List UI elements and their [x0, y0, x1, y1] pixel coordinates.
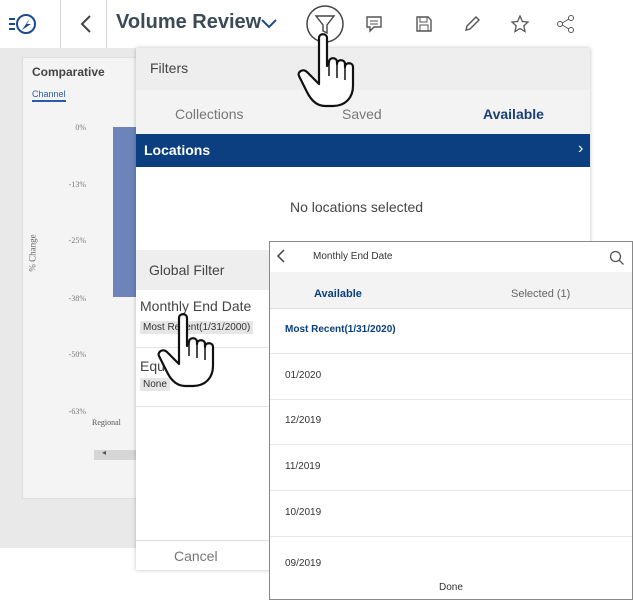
- back-icon[interactable]: [276, 248, 286, 269]
- list-item-label: 01/2020: [285, 370, 322, 381]
- tab-available[interactable]: Available: [314, 288, 362, 300]
- list-item-label: 09/2019: [285, 558, 322, 569]
- tab-collections[interactable]: Collections: [175, 106, 243, 122]
- scroll-left-icon[interactable]: ◂: [102, 448, 106, 457]
- list-item[interactable]: 01/2020: [270, 355, 632, 400]
- share-icon[interactable]: [554, 10, 578, 38]
- global-filter-label: Global Filter: [149, 262, 225, 278]
- list-item[interactable]: 09/2019: [270, 537, 632, 569]
- list-item-label: 11/2019: [285, 461, 321, 472]
- list-item-label: 10/2019: [285, 507, 322, 518]
- tab-available[interactable]: Available: [483, 106, 544, 122]
- favorite-icon[interactable]: [508, 10, 532, 38]
- x-category-label: Regional: [92, 418, 121, 427]
- chevron-right-icon[interactable]: ›: [578, 140, 583, 158]
- list-item[interactable]: 12/2019: [270, 400, 632, 445]
- y-axis-label: % Change: [27, 234, 38, 272]
- list-item[interactable]: Most Recent(1/31/2020): [270, 309, 632, 354]
- toolbar-divider: [106, 0, 107, 48]
- report-title[interactable]: Volume Review: [116, 11, 261, 34]
- save-icon[interactable]: [412, 10, 436, 38]
- tab-selected[interactable]: Selected (1): [511, 288, 570, 300]
- date-picker-title: Monthly End Date: [313, 251, 393, 262]
- chart-scrollbar[interactable]: ◂: [94, 448, 140, 460]
- back-icon[interactable]: [74, 10, 98, 38]
- edit-icon[interactable]: [460, 10, 484, 38]
- chart-card-title: Comparative: [32, 65, 105, 79]
- toolbar-divider: [60, 0, 61, 48]
- list-item[interactable]: 11/2019: [270, 446, 632, 491]
- chart-bar[interactable]: [113, 127, 137, 297]
- y-tick-label: -38%: [68, 294, 86, 303]
- hand-pointer-icon: [157, 313, 215, 388]
- menu-logo-icon[interactable]: [8, 10, 38, 38]
- filters-title: Filters: [150, 60, 189, 76]
- dropdown-chevron-icon[interactable]: [258, 10, 280, 38]
- locations-label: Locations: [144, 142, 211, 158]
- tab-channel[interactable]: Channel: [32, 89, 66, 102]
- list-item-label: Most Recent(1/31/2020): [285, 324, 396, 335]
- y-tick-label: -50%: [68, 350, 86, 359]
- search-icon[interactable]: [609, 250, 625, 271]
- y-tick-label: -13%: [68, 180, 86, 189]
- cancel-button[interactable]: Cancel: [174, 548, 218, 564]
- no-locations-message: No locations selected: [290, 199, 424, 215]
- list-item-label: 12/2019: [285, 415, 322, 426]
- hand-pointer-icon: [297, 33, 355, 108]
- y-tick-label: -63%: [68, 407, 86, 416]
- y-tick-label: -25%: [68, 236, 86, 245]
- y-tick-label: 0%: [75, 123, 86, 132]
- list-item[interactable]: 10/2019: [270, 492, 632, 537]
- done-button[interactable]: Done: [439, 582, 463, 593]
